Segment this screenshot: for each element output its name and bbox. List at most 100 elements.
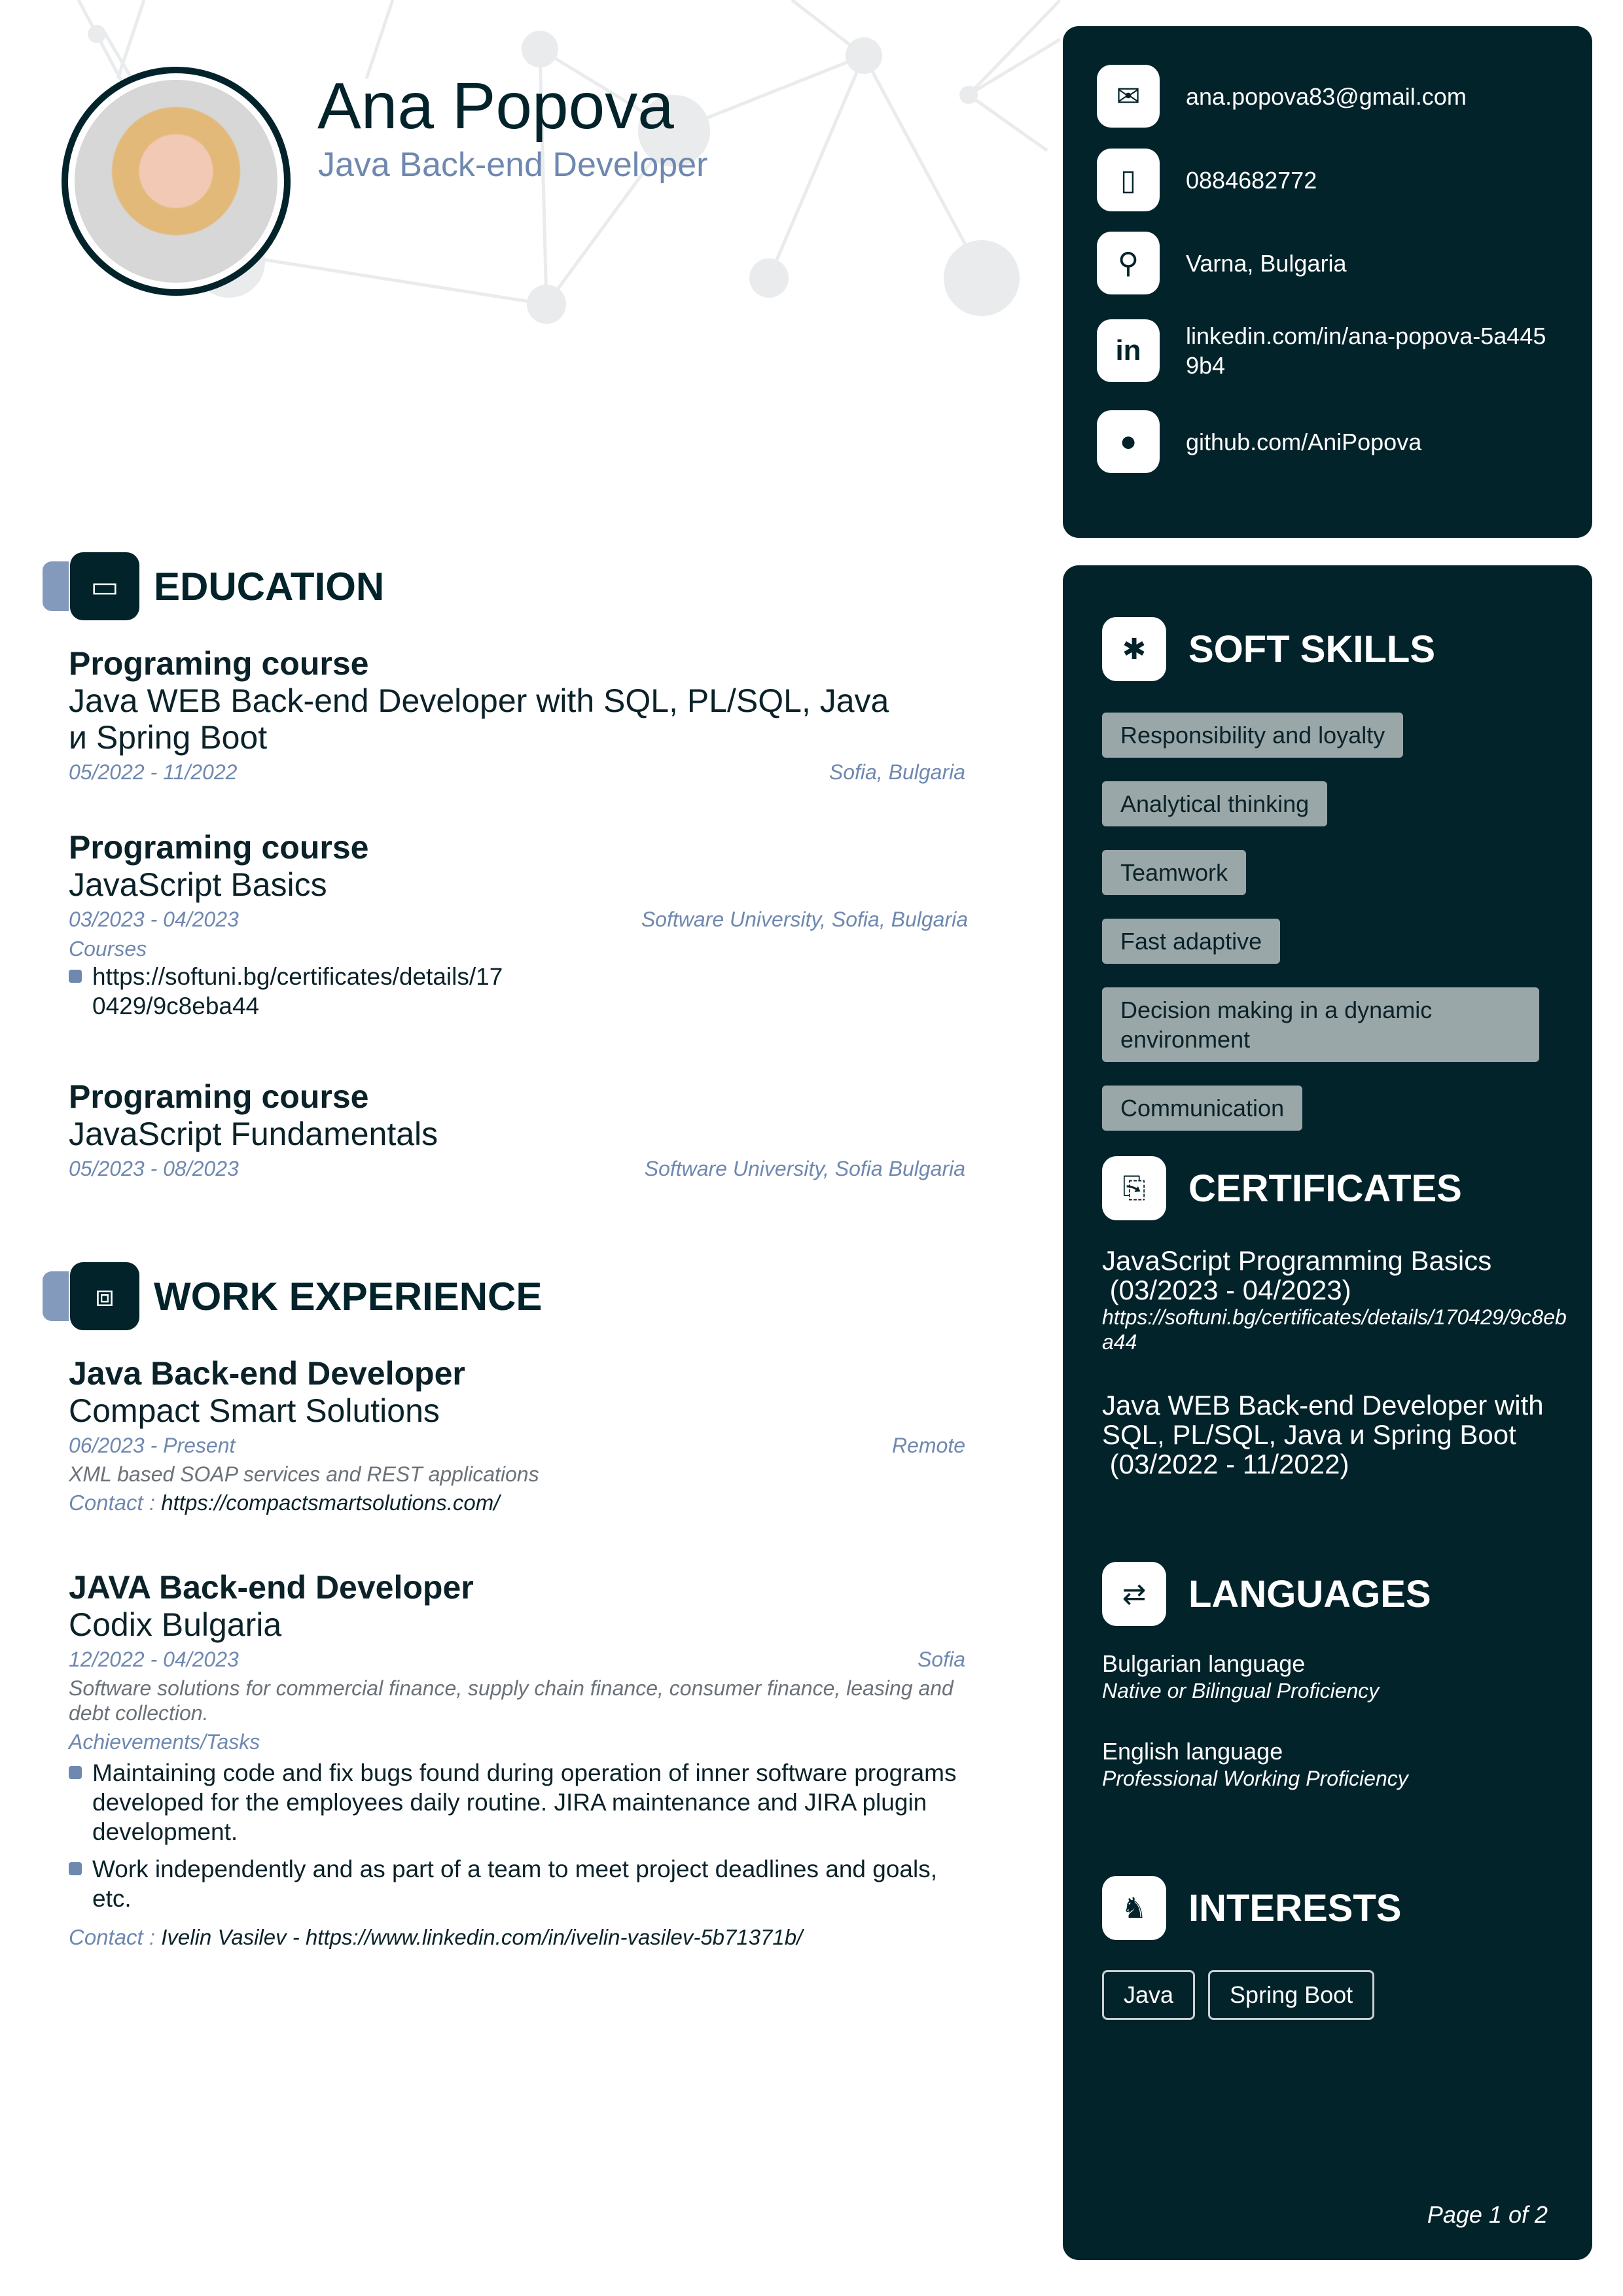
phone-icon: ▯ <box>1097 149 1160 211</box>
achievements-label: Achievements/Tasks <box>69 1730 260 1754</box>
contact-email[interactable]: ✉ ana.popova83@gmail.com <box>1097 65 1552 128</box>
interest-tag: Java <box>1102 1970 1196 2020</box>
interests-list: Java Spring Boot <box>1102 1970 1560 2020</box>
linkedin-icon: in <box>1097 319 1160 382</box>
skill-tag: Responsibility and loyalty <box>1102 713 1404 758</box>
language-level: Professional Working Proficiency <box>1102 1767 1408 1790</box>
chess-knight-icon: ♞ <box>1102 1876 1166 1940</box>
certificate-item: Java WEB Back-end Developer with SQL, PL… <box>1102 1390 1573 1479</box>
course-link[interactable]: https://softuni.bg/certificates/details/… <box>92 962 511 1021</box>
item-date: 03/2023 - 04/2023 <box>69 908 239 931</box>
languages-title: LANGUAGES <box>1188 1572 1431 1616</box>
job-company: Compact Smart Solutions <box>69 1392 440 1429</box>
job-contact-link[interactable]: Ivelin Vasilev - https://www.linkedin.co… <box>161 1925 802 1949</box>
job-company: Codix Bulgaria <box>69 1606 282 1643</box>
interest-tag: Spring Boot <box>1208 1970 1375 2020</box>
linkedin-text: linkedin.com/in/ana-popova-5a4459b4 <box>1186 323 1546 379</box>
contact-label: Contact : <box>69 1491 156 1515</box>
education-item: Programing course Java WEB Back-end Deve… <box>69 645 965 788</box>
brain-icon: ✱ <box>1102 617 1166 681</box>
education-item: Programing course JavaScript Fundamental… <box>69 1078 965 1185</box>
job-description: XML based SOAP services and REST applica… <box>69 1462 539 1486</box>
item-date: 05/2022 - 11/2022 <box>69 760 238 784</box>
soft-skills-header: ✱ SOFT SKILLS <box>1102 617 1435 681</box>
job-place: Sofia <box>918 1648 965 1671</box>
candidate-name: Ana Popova <box>317 69 674 143</box>
education-title: EDUCATION <box>154 564 385 609</box>
briefcase-icon: ⧈ <box>43 1262 139 1330</box>
certificate-item: JavaScript Programming Basics (03/2023 -… <box>1102 1246 1573 1354</box>
skill-tag: Decision making in a dynamic environment <box>1102 987 1539 1062</box>
language-name: Bulgarian language <box>1102 1650 1306 1677</box>
work-title: WORK EXPERIENCE <box>154 1274 543 1318</box>
language-item: English language Professional Working Pr… <box>1102 1737 1573 1791</box>
page-number: Page 1 of 2 <box>1427 2201 1548 2228</box>
achievement-item: Work independently and as part of a team… <box>92 1856 938 1912</box>
certificates-header: ⎘ CERTIFICATES <box>1102 1156 1462 1220</box>
item-subtitle: JavaScript Fundamentals <box>69 1116 438 1152</box>
soft-skills-title: SOFT SKILLS <box>1188 627 1435 671</box>
certificate-date: (03/2022 - 11/2022) <box>1102 1449 1349 1479</box>
contact-github[interactable]: ● github.com/AniPopova <box>1097 410 1552 473</box>
item-title: Programing course <box>69 645 369 682</box>
item-subtitle: Java WEB Back-end Developer with SQL, PL… <box>69 682 889 756</box>
job-contact-link[interactable]: https://compactsmartsolutions.com/ <box>161 1491 499 1515</box>
interests-header: ♞ INTERESTS <box>1102 1876 1402 1940</box>
job-description: Software solutions for commercial financ… <box>69 1676 954 1725</box>
graduation-icon: ▭ <box>43 552 139 620</box>
location-text: Varna, Bulgaria <box>1186 249 1347 277</box>
bullet-icon <box>69 1766 82 1779</box>
skill-tag: Analytical thinking <box>1102 781 1328 826</box>
item-title: Programing course <box>69 829 369 866</box>
job-title: Java Back-end Developer <box>69 1355 465 1392</box>
language-item: Bulgarian language Native or Bilingual P… <box>1102 1649 1573 1703</box>
soft-skills-list: Responsibility and loyalty Analytical th… <box>1102 713 1560 1131</box>
job-date: 06/2023 - Present <box>69 1434 236 1457</box>
job-date: 12/2022 - 04/2023 <box>69 1648 239 1671</box>
certificate-link[interactable]: https://softuni.bg/certificates/details/… <box>1102 1305 1573 1354</box>
candidate-role: Java Back-end Developer <box>318 146 708 184</box>
item-subtitle: JavaScript Basics <box>69 866 327 903</box>
item-title: Programing course <box>69 1078 369 1115</box>
work-header: ⧈ WORK EXPERIENCE <box>43 1262 543 1330</box>
certificate-date: (03/2023 - 04/2023) <box>1102 1275 1351 1305</box>
certificate-icon: ⎘ <box>1102 1156 1166 1220</box>
language-name: English language <box>1102 1738 1283 1765</box>
translate-icon: ⇄ <box>1102 1562 1166 1626</box>
bullet-icon <box>69 1862 82 1875</box>
envelope-icon: ✉ <box>1097 65 1160 128</box>
profile-photo <box>62 67 291 296</box>
achievement-item: Maintaining code and fix bugs found duri… <box>92 1759 957 1845</box>
certificate-name: Java WEB Back-end Developer with SQL, PL… <box>1102 1390 1544 1450</box>
github-icon: ● <box>1097 410 1160 473</box>
work-item: Java Back-end Developer Compact Smart So… <box>69 1354 965 1519</box>
item-place: Software University, Sofia Bulgaria <box>644 1157 965 1180</box>
github-text: github.com/AniPopova <box>1186 428 1422 455</box>
interests-title: INTERESTS <box>1188 1886 1402 1930</box>
education-header: ▭ EDUCATION <box>43 552 385 620</box>
location-pin-icon: ⚲ <box>1097 232 1160 294</box>
bullet-icon <box>69 970 82 983</box>
job-place: Remote <box>891 1434 965 1457</box>
skill-tag: Fast adaptive <box>1102 919 1281 964</box>
phone-text: 0884682772 <box>1186 166 1317 194</box>
skill-tag: Communication <box>1102 1086 1303 1131</box>
sidebar-panel: ✱ SOFT SKILLS Responsibility and loyalty … <box>1063 565 1592 2260</box>
contact-panel: ✉ ana.popova83@gmail.com ▯ 0884682772 ⚲ Var… <box>1063 26 1592 538</box>
item-date: 05/2023 - 08/2023 <box>69 1157 239 1180</box>
contact-location: ⚲ Varna, Bulgaria <box>1097 232 1552 294</box>
email-text: ana.popova83@gmail.com <box>1186 82 1467 110</box>
education-item: Programing course JavaScript Basics 03/2… <box>69 828 968 1029</box>
certificates-title: CERTIFICATES <box>1188 1167 1462 1210</box>
item-place: Software University, Sofia, Bulgaria <box>641 908 968 931</box>
job-title: JAVA Back-end Developer <box>69 1569 474 1606</box>
language-level: Native or Bilingual Proficiency <box>1102 1679 1380 1703</box>
certificate-name: JavaScript Programming Basics <box>1102 1245 1492 1276</box>
contact-phone[interactable]: ▯ 0884682772 <box>1097 149 1552 211</box>
contact-linkedin[interactable]: in linkedin.com/in/ana-popova-5a4459b4 <box>1097 319 1552 382</box>
work-item: JAVA Back-end Developer Codix Bulgaria 1… <box>69 1568 965 1954</box>
item-place: Sofia, Bulgaria <box>829 760 965 784</box>
item-label: Courses <box>69 937 147 961</box>
skill-tag: Teamwork <box>1102 850 1247 895</box>
contact-label: Contact : <box>69 1925 156 1949</box>
